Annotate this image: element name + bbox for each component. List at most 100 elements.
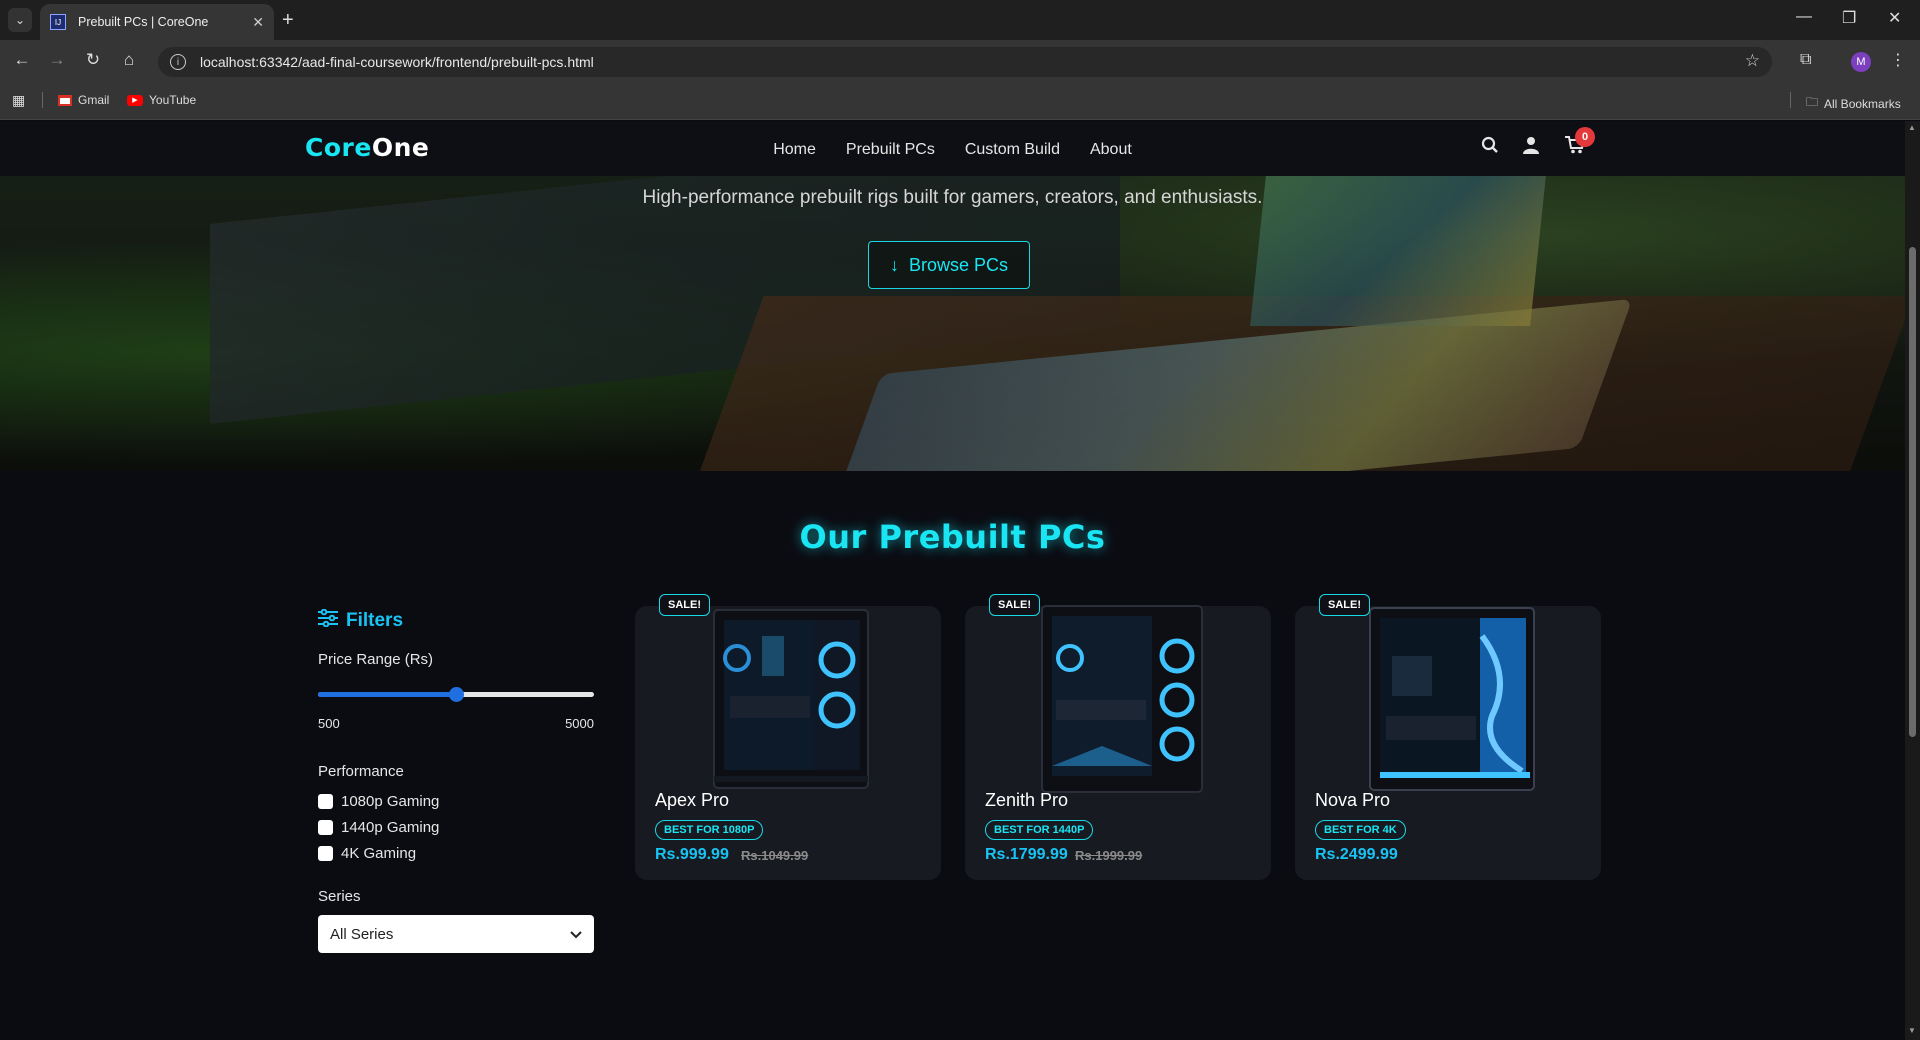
series-selected: All Series bbox=[330, 925, 394, 943]
bookmark-youtube[interactable]: ▶ YouTube bbox=[127, 93, 196, 107]
gmail-icon bbox=[58, 94, 72, 106]
home-button[interactable]: ⌂ bbox=[117, 50, 141, 70]
series-label: Series bbox=[318, 888, 361, 905]
product-card-zenith-pro[interactable]: SALE! Zenith Pro BEST FOR 1440P Rs.1799.… bbox=[965, 594, 1271, 880]
nav-custom-build[interactable]: Custom Build bbox=[965, 141, 1060, 159]
restore-button[interactable]: ❐ bbox=[1842, 8, 1856, 28]
minimize-button[interactable]: — bbox=[1796, 8, 1812, 26]
option-label: 1080p Gaming bbox=[341, 792, 440, 810]
youtube-icon: ▶ bbox=[127, 94, 143, 106]
page-scrollbar[interactable]: ▲ ▼ bbox=[1905, 121, 1920, 1040]
all-bookmarks-label: All Bookmarks bbox=[1824, 96, 1901, 111]
nav-prebuilt-pcs[interactable]: Prebuilt PCs bbox=[846, 141, 935, 159]
slider-handle[interactable] bbox=[449, 687, 464, 702]
price-range-slider[interactable] bbox=[318, 686, 594, 702]
scroll-up-arrow[interactable]: ▲ bbox=[1908, 123, 1916, 132]
product-old-price: Rs.1999.99 bbox=[1075, 848, 1143, 863]
scroll-down-arrow[interactable]: ▼ bbox=[1908, 1026, 1916, 1035]
product-name[interactable]: Zenith Pro bbox=[985, 790, 1068, 811]
pc-case-image bbox=[1369, 607, 1535, 791]
option-label: 4K Gaming bbox=[341, 844, 417, 862]
bookmarks-bar bbox=[0, 84, 1920, 120]
slider-fill bbox=[318, 692, 456, 697]
performance-option-1080p[interactable]: 1080p Gaming bbox=[318, 788, 594, 814]
browse-pcs-button[interactable]: ↓ Browse PCs bbox=[868, 241, 1030, 289]
browser-tab-bar: ⌄ IJ Prebuilt PCs | CoreOne ✕ + — ❐ ✕ bbox=[0, 0, 1920, 40]
browse-pcs-label: Browse PCs bbox=[908, 254, 1009, 275]
sale-badge: SALE! bbox=[1319, 594, 1370, 616]
chevron-down-icon: ⌄ bbox=[14, 13, 26, 27]
folder-icon: 🗀 bbox=[1806, 95, 1819, 109]
checkbox[interactable] bbox=[318, 793, 333, 809]
pc-case-image bbox=[713, 609, 869, 789]
product-card-apex-pro[interactable]: SALE! Apex Pro BEST FOR 1080P Rs.999.99 … bbox=[635, 594, 941, 880]
page-viewport: High-performance prebuilt rigs built for… bbox=[0, 121, 1905, 1040]
bookmark-gmail[interactable]: Gmail bbox=[58, 93, 109, 107]
performance-badge: BEST FOR 1440P bbox=[985, 820, 1094, 840]
checkbox[interactable] bbox=[318, 819, 333, 835]
product-card-nova-pro[interactable]: SALE! Nova Pro BEST FOR 4K Rs.2499.99 bbox=[1295, 594, 1601, 880]
bookmark-separator bbox=[42, 92, 43, 108]
arrow-down-icon: ↓ bbox=[889, 254, 899, 275]
sale-badge: SALE! bbox=[989, 594, 1040, 616]
performance-badge: BEST FOR 4K bbox=[1315, 820, 1406, 840]
product-name[interactable]: Nova Pro bbox=[1315, 790, 1390, 811]
main-menu: Home Prebuilt PCs Custom Build About bbox=[0, 141, 1905, 159]
bookmark-label: Gmail bbox=[78, 93, 110, 107]
nav-home[interactable]: Home bbox=[773, 141, 816, 159]
search-icon[interactable] bbox=[1481, 136, 1499, 159]
hero-overlay bbox=[0, 176, 1905, 471]
product-price: Rs.1799.99 bbox=[985, 846, 1068, 863]
product-old-price: Rs.1049.99 bbox=[741, 848, 809, 863]
product-price: Rs.999.99 bbox=[655, 846, 729, 863]
back-button[interactable]: ← bbox=[10, 50, 34, 70]
nav-about[interactable]: About bbox=[1090, 141, 1132, 159]
bookmark-separator bbox=[1790, 92, 1791, 108]
performance-option-1440p[interactable]: 1440p Gaming bbox=[318, 814, 594, 840]
user-icon[interactable] bbox=[1523, 136, 1539, 159]
performance-options: 1080p Gaming 1440p Gaming 4K Gaming bbox=[318, 788, 594, 866]
performance-option-4k[interactable]: 4K Gaming bbox=[318, 840, 594, 866]
filters-panel: Filters Price Range (Rs) 500 5000 Perfor… bbox=[318, 608, 594, 953]
section-title: Our Prebuilt PCs bbox=[799, 518, 1106, 556]
url-text: localhost:63342/aad-final-coursework/fro… bbox=[200, 54, 594, 70]
scrollbar-thumb[interactable] bbox=[1909, 247, 1916, 737]
address-bar[interactable]: i localhost:63342/aad-final-coursework/f… bbox=[158, 47, 1772, 77]
forward-button[interactable]: → bbox=[45, 50, 69, 70]
site-info-icon[interactable]: i bbox=[170, 54, 186, 70]
price-range-label: Price Range (Rs) bbox=[318, 651, 434, 668]
profile-avatar[interactable]: M bbox=[1851, 52, 1871, 72]
tab-title: Prebuilt PCs | CoreOne bbox=[78, 15, 209, 29]
extensions-icon[interactable]: ⧉ bbox=[1800, 51, 1811, 69]
price-range-values: 500 5000 bbox=[318, 716, 594, 731]
bookmark-label: YouTube bbox=[149, 93, 197, 107]
bookmark-star-icon[interactable]: ☆ bbox=[1745, 51, 1760, 71]
price-max: 5000 bbox=[565, 716, 594, 731]
pc-case-image bbox=[1041, 605, 1203, 793]
series-select[interactable]: All Series bbox=[318, 915, 594, 953]
browser-tab-active[interactable]: IJ Prebuilt PCs | CoreOne ✕ bbox=[40, 4, 274, 40]
price-min: 500 bbox=[318, 716, 340, 731]
product-name[interactable]: Apex Pro bbox=[655, 790, 729, 811]
performance-label: Performance bbox=[318, 763, 404, 780]
option-label: 1440p Gaming bbox=[341, 818, 440, 836]
cart-count-badge: 0 bbox=[1575, 127, 1595, 147]
reload-button[interactable]: ↻ bbox=[81, 50, 105, 70]
browser-menu-icon[interactable]: ⋮ bbox=[1890, 50, 1906, 70]
performance-badge: BEST FOR 1080P bbox=[655, 820, 764, 840]
close-window-button[interactable]: ✕ bbox=[1888, 8, 1901, 28]
product-price: Rs.2499.99 bbox=[1315, 846, 1398, 863]
chevron-down-icon bbox=[570, 926, 582, 943]
site-navbar: CoreOne Home Prebuilt PCs Custom Build A… bbox=[0, 121, 1905, 176]
sale-badge: SALE! bbox=[659, 594, 710, 616]
all-bookmarks-button[interactable]: 🗀 All Bookmarks bbox=[1806, 93, 1901, 114]
sliders-icon bbox=[318, 608, 338, 633]
hero-section: High-performance prebuilt rigs built for… bbox=[0, 176, 1905, 471]
tab-search-button[interactable]: ⌄ bbox=[8, 8, 32, 32]
apps-grid-icon[interactable]: ▦ bbox=[12, 92, 25, 109]
checkbox[interactable] bbox=[318, 845, 333, 861]
hero-subtitle: High-performance prebuilt rigs built for… bbox=[642, 187, 1263, 208]
filters-heading: Filters bbox=[318, 608, 594, 633]
new-tab-button[interactable]: + bbox=[282, 9, 294, 32]
close-tab-icon[interactable]: ✕ bbox=[252, 14, 264, 31]
